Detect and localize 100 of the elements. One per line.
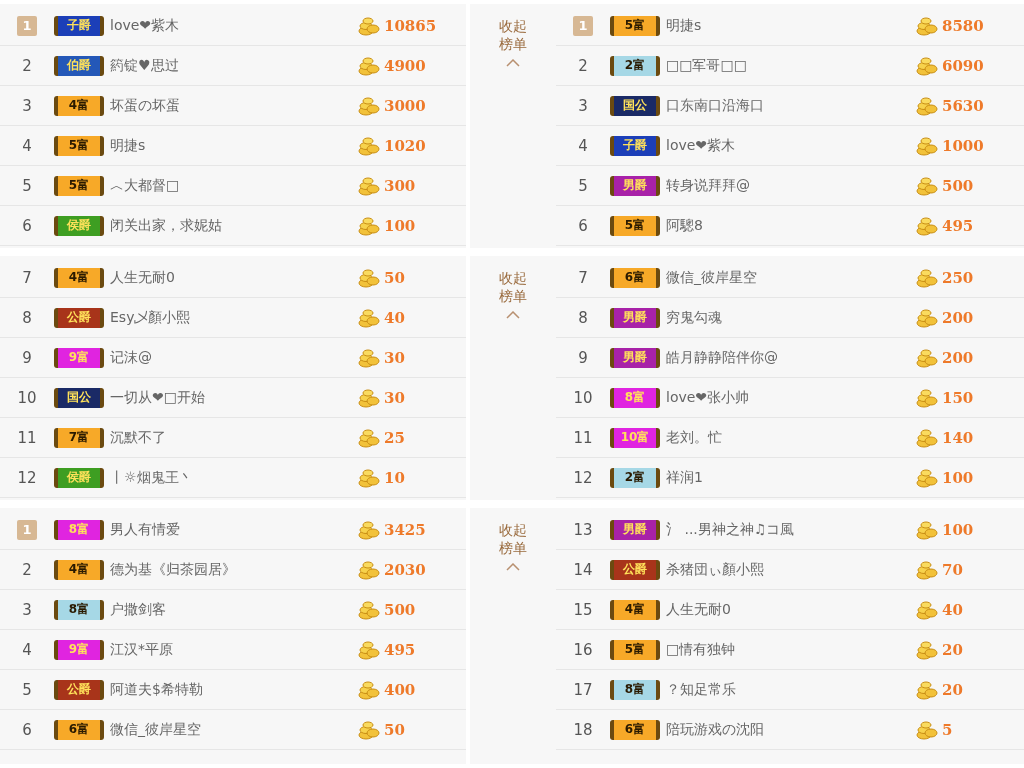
- user-name: 阿道夫$希特勒: [110, 680, 204, 699]
- level-badge: 2富: [610, 467, 660, 488]
- coin-score: 500: [384, 600, 417, 619]
- level-badge: 公爵: [54, 307, 104, 328]
- user-name: 氵 ...男神之神♫コ風: [666, 520, 796, 539]
- rank-number: 12: [573, 468, 593, 487]
- coin-stack-icon: [916, 347, 938, 368]
- coin-stack-icon: [358, 387, 380, 408]
- chevron-up-icon[interactable]: [506, 563, 520, 571]
- coin-score: 10865: [384, 16, 438, 35]
- rank-number: 6: [578, 216, 588, 235]
- user-name: 祥润1: [666, 468, 704, 487]
- rank-number: 2: [22, 560, 32, 579]
- user-name: □□军哥□□: [666, 56, 748, 75]
- rank-number: 4: [578, 136, 588, 155]
- level-badge: 公爵: [54, 679, 104, 700]
- user-name: 丨☼烟鬼王丶: [110, 468, 194, 487]
- coin-score: 25: [384, 428, 406, 447]
- coin-stack-icon: [358, 719, 380, 740]
- level-badge: 6富: [610, 267, 660, 288]
- coin-score: 30: [384, 388, 406, 407]
- user-name: 杀猪団ぃ顏小熙: [666, 560, 765, 579]
- user-name: 德为基《归茶园居》: [110, 560, 237, 579]
- coin-stack-icon: [358, 215, 380, 236]
- level-badge: 4富: [54, 95, 104, 116]
- user-name: ？知足常乐: [666, 680, 737, 699]
- coin-stack-icon: [916, 135, 938, 156]
- rank-number: 12: [17, 468, 37, 487]
- user-name: 老刘。忙: [666, 428, 723, 447]
- rank-medal: 1: [17, 519, 37, 540]
- rank-number: 13: [573, 520, 593, 539]
- coin-stack-icon: [358, 639, 380, 660]
- user-name: love❤张小帅: [666, 388, 751, 407]
- collapse-ranking-link[interactable]: 收起榜单: [497, 18, 529, 53]
- level-badge: 5富: [54, 135, 104, 156]
- rank-number: 11: [17, 428, 37, 447]
- level-badge: 6富: [54, 719, 104, 740]
- coin-score: 100: [942, 468, 975, 487]
- coin-stack-icon: [916, 599, 938, 620]
- rank-number: 14: [573, 560, 593, 579]
- rank-number: 3: [22, 600, 32, 619]
- rank-number: 9: [22, 348, 32, 367]
- user-name: 口东南口沿海口: [666, 96, 765, 115]
- level-badge: 2富: [610, 55, 660, 76]
- rank-number: 2: [22, 56, 32, 75]
- level-badge: 公爵: [610, 559, 660, 580]
- level-badge: 10富: [610, 427, 660, 448]
- coin-stack-icon: [358, 559, 380, 580]
- rank-number: 6: [22, 720, 32, 739]
- rank-number: 5: [22, 176, 32, 195]
- level-badge: 7富: [54, 427, 104, 448]
- coin-score: 100: [942, 520, 975, 539]
- coin-score: 10: [384, 468, 406, 487]
- level-badge: 5富: [610, 639, 660, 660]
- level-badge: 伯爵: [54, 55, 104, 76]
- coin-stack-icon: [358, 599, 380, 620]
- user-name: 微信_彼岸星空: [666, 268, 758, 287]
- user-name: 男人有情爱: [110, 520, 181, 539]
- coin-stack-icon: [358, 267, 380, 288]
- chevron-up-icon[interactable]: [506, 59, 520, 67]
- coin-stack-icon: [916, 719, 938, 740]
- coin-stack-icon: [916, 679, 938, 700]
- coin-score: 30: [384, 348, 406, 367]
- rank-number: 9: [578, 348, 588, 367]
- coin-score: 1020: [384, 136, 427, 155]
- rank-number: 5: [22, 680, 32, 699]
- coin-stack-icon: [916, 387, 938, 408]
- user-name: 陪玩游戏の沈阳: [666, 720, 765, 739]
- user-name: 人生无耐0: [110, 268, 176, 287]
- coin-stack-icon: [916, 175, 938, 196]
- rank-number: 8: [22, 308, 32, 327]
- level-badge: 5富: [610, 215, 660, 236]
- coin-score: 3000: [384, 96, 427, 115]
- coin-stack-icon: [916, 639, 938, 660]
- level-badge: 侯爵: [54, 215, 104, 236]
- level-badge: 男爵: [610, 175, 660, 196]
- coin-score: 250: [942, 268, 975, 287]
- level-badge: 子爵: [54, 15, 104, 36]
- coin-score: 8580: [942, 16, 985, 35]
- user-name: 户撒剑客: [110, 600, 167, 619]
- level-badge: 4富: [54, 267, 104, 288]
- coin-stack-icon: [358, 15, 380, 36]
- coin-stack-icon: [916, 559, 938, 580]
- chevron-up-icon[interactable]: [506, 311, 520, 319]
- coin-score: 150: [942, 388, 975, 407]
- coin-score: 3425: [384, 520, 427, 539]
- coin-stack-icon: [916, 215, 938, 236]
- coin-stack-icon: [916, 307, 938, 328]
- coin-score: 20: [942, 680, 964, 699]
- coin-score: 400: [384, 680, 417, 699]
- coin-score: 500: [942, 176, 975, 195]
- level-badge: 8富: [610, 387, 660, 408]
- rank-number: 4: [22, 640, 32, 659]
- collapse-ranking-link[interactable]: 收起榜单: [497, 270, 529, 305]
- rank-number: 15: [573, 600, 593, 619]
- collapse-ranking-link[interactable]: 收起榜单: [497, 522, 529, 557]
- user-name: □情有独钟: [666, 640, 737, 659]
- coin-stack-icon: [358, 135, 380, 156]
- coin-stack-icon: [916, 15, 938, 36]
- user-name: 明捷s: [666, 16, 703, 35]
